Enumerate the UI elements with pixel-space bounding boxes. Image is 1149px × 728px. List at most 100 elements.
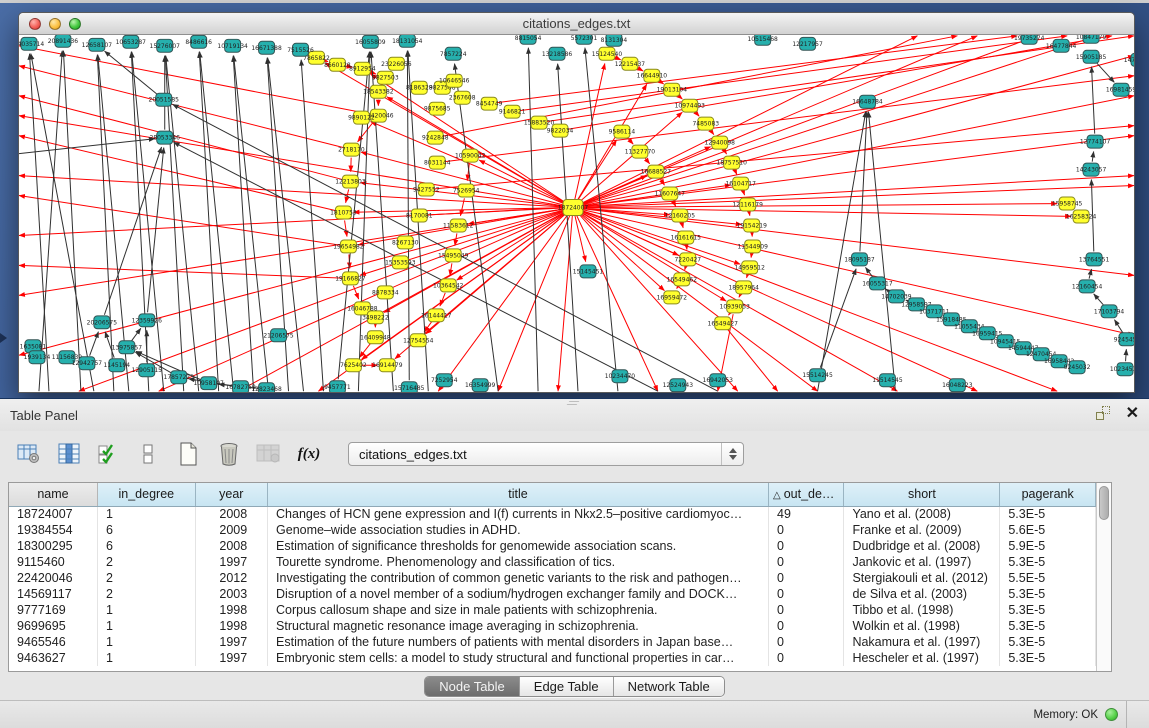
graph-node[interactable]: 10234470 (605, 370, 636, 383)
scrollbar-thumb[interactable] (1099, 486, 1109, 520)
graph-node[interactable]: 2367608 (449, 91, 476, 104)
table-cell[interactable]: 0 (769, 618, 844, 634)
graph-node[interactable]: 14243057 (1076, 163, 1107, 176)
graph-node[interactable]: 7625402 (340, 359, 367, 372)
graph-node[interactable]: 16104717 (726, 177, 757, 190)
graph-edge[interactable] (865, 267, 872, 277)
node-table[interactable]: namein_degreeyeartitle△out_de…shortpager… (9, 483, 1096, 666)
graph-node[interactable]: 15905185 (1076, 50, 1107, 63)
graph-node[interactable]: 20891436 (48, 35, 79, 47)
graph-node[interactable]: 13764551 (1079, 253, 1110, 266)
graph-node[interactable]: 7252954 (431, 374, 458, 387)
column-header-indegree[interactable]: in_degree (98, 483, 196, 506)
graph-node[interactable]: 12774107 (1080, 135, 1111, 148)
graph-node[interactable]: 9245450 (1114, 333, 1134, 346)
table-cell[interactable]: Jankovic et al. (1997) (844, 554, 1000, 570)
graph-node[interactable]: 16048223 (942, 379, 973, 392)
graph-node[interactable]: 8031144 (424, 156, 451, 169)
table-cell[interactable]: 1 (98, 618, 196, 634)
table-cell[interactable]: Disruption of a novel member of a sodium… (268, 586, 769, 602)
graph-node[interactable]: 8486616 (185, 35, 212, 48)
table-cell[interactable]: Estimation of significance thresholds fo… (268, 538, 769, 554)
table-row[interactable]: 977716911998Corpus callosum shape and si… (9, 602, 1096, 618)
graph-edge[interactable] (645, 158, 650, 164)
graph-node[interactable]: 9827503 (372, 71, 399, 84)
table-header-row[interactable]: namein_degreeyeartitle△out_de…shortpager… (9, 483, 1096, 506)
graph-node[interactable]: 19166827 (335, 272, 366, 285)
graph-edge[interactable] (820, 269, 856, 368)
graph-node[interactable]: 1810753 (330, 206, 357, 219)
graph-node[interactable]: 12658107 (82, 38, 113, 51)
table-cell[interactable]: 9463627 (9, 650, 98, 666)
graph-edge[interactable] (497, 36, 1017, 103)
table-cell[interactable]: 5.3E-5 (1000, 634, 1096, 650)
graph-node[interactable]: 14737347 (1124, 53, 1134, 66)
graph-node[interactable]: 15145451 (573, 265, 604, 278)
table-cell[interactable]: 2012 (195, 570, 267, 586)
table-cell[interactable]: 5.3E-5 (1000, 586, 1096, 602)
vertical-scrollbar[interactable] (1096, 483, 1111, 671)
table-cell[interactable]: Structural magnetic resonance image aver… (268, 618, 769, 634)
graph-node[interactable]: 12160205 (665, 209, 696, 222)
graph-edge[interactable] (148, 148, 164, 313)
float-panel-icon[interactable] (1096, 406, 1112, 422)
table-cell[interactable]: 2 (98, 570, 196, 586)
graph-edge[interactable] (63, 51, 80, 391)
table-row[interactable]: 911546021997Tourette syndrome. Phenomeno… (9, 554, 1096, 570)
graph-node[interactable]: 17857223 (164, 371, 195, 384)
graph-node[interactable]: 9586114 (609, 125, 636, 138)
table-cell[interactable]: 1998 (195, 618, 267, 634)
table-cell[interactable]: Estimation of the future numbers of pati… (268, 634, 769, 650)
graph-edge[interactable] (434, 126, 1134, 189)
table-cell[interactable]: 1997 (195, 650, 267, 666)
graph-node[interactable]: 10939053 (720, 300, 751, 313)
graph-edge[interactable] (735, 170, 737, 174)
column-visibility-button[interactable] (54, 439, 84, 469)
graph-node[interactable]: 16914479 (372, 359, 403, 372)
graph-edge[interactable] (739, 295, 740, 298)
table-cell[interactable]: Tourette syndrome. Phenomenology and cla… (268, 554, 769, 570)
table-cell[interactable]: 1997 (195, 554, 267, 570)
table-cell[interactable]: Wolkin et al. (1998) (844, 618, 1000, 634)
table-cell[interactable]: 5.3E-5 (1000, 554, 1096, 570)
table-row[interactable]: 1830029562008Estimation of significance … (9, 538, 1096, 554)
column-header-name[interactable]: name (9, 483, 98, 506)
graph-node[interactable]: 16055809 (355, 35, 386, 48)
graph-node[interactable]: 16644910 (637, 69, 668, 82)
graph-node[interactable]: 15514245 (802, 369, 833, 382)
network-graph[interactable]: 1872400778658228660128891295423226056982… (19, 35, 1134, 392)
graph-node[interactable]: 12754554 (403, 334, 434, 347)
graph-node[interactable]: 7526954 (453, 184, 480, 197)
graph-node[interactable]: 12217957 (792, 37, 823, 50)
delete-column-button[interactable] (214, 439, 244, 469)
close-window-button[interactable] (29, 18, 41, 30)
graph-node[interactable]: 10847179 (1076, 35, 1107, 43)
table-cell[interactable]: 18300295 (9, 538, 98, 554)
graph-edge[interactable] (1094, 294, 1104, 305)
graph-edge[interactable] (581, 208, 1071, 217)
graph-node[interactable]: 7857224 (440, 47, 467, 60)
table-cell[interactable]: 2009 (195, 522, 267, 538)
table-cell[interactable]: 0 (769, 522, 844, 538)
table-cell[interactable]: Stergiakouli et al. (2012) (844, 570, 1000, 586)
table-row[interactable]: 1872400712008Changes of HCN gene express… (9, 506, 1096, 522)
table-cell[interactable]: 14569117 (9, 586, 98, 602)
table-cell[interactable]: 2008 (195, 538, 267, 554)
graph-node[interactable]: 9875685 (424, 102, 451, 115)
table-cell[interactable]: Genome–wide association studies in ADHD. (268, 522, 769, 538)
clear-selection-button[interactable] (134, 439, 164, 469)
table-cell[interactable]: 22420046 (9, 570, 98, 586)
graph-node[interactable]: 9146821 (499, 105, 526, 118)
table-cell[interactable]: 5.3E-5 (1000, 650, 1096, 666)
graph-edge[interactable] (301, 60, 323, 391)
hidden-panel-grip[interactable] (0, 333, 7, 343)
column-header-year[interactable]: year (195, 483, 267, 506)
table-body[interactable]: 1872400712008Changes of HCN gene express… (9, 506, 1096, 666)
table-row[interactable]: 1938455462009Genome–wide association stu… (9, 522, 1096, 538)
graph-node[interactable]: 28053346 (150, 131, 181, 144)
table-cell[interactable]: 19384554 (9, 522, 98, 538)
graph-node[interactable]: 14035714 (19, 37, 44, 50)
graph-node[interactable]: 15353593 (385, 256, 416, 269)
graph-edge[interactable] (345, 220, 347, 236)
graph-edge[interactable] (1092, 152, 1093, 162)
